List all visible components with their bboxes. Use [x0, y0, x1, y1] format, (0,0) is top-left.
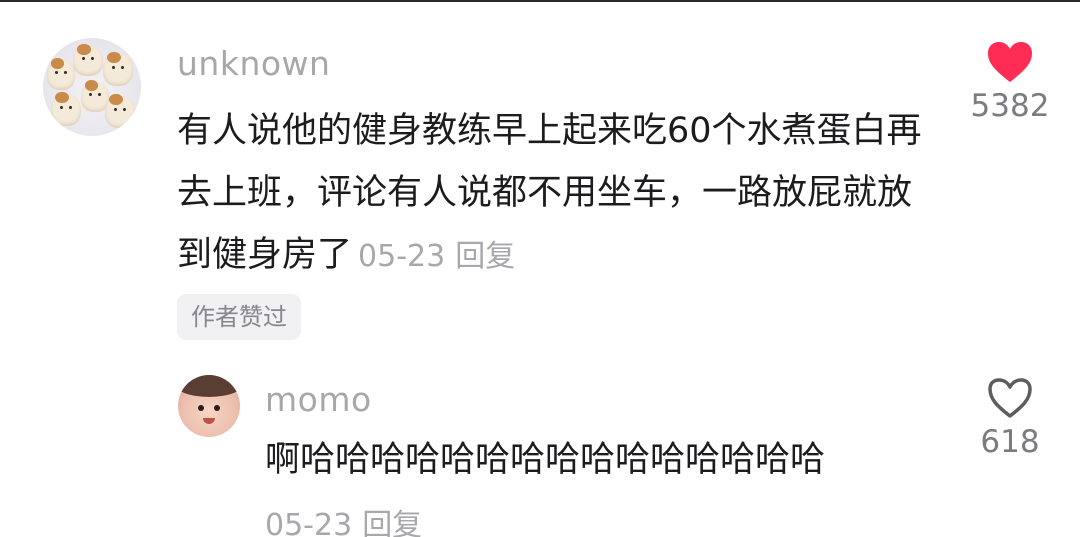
comment-body: 有人说他的健身教练早上起来吃60个水煮蛋白再去上班，评论有人说都不用坐车，一路放…: [177, 111, 922, 275]
reply-username[interactable]: momo: [265, 380, 372, 419]
divider: [0, 0, 1080, 2]
avatar-mouth: [203, 418, 215, 424]
reply-date: 05-23: [265, 508, 353, 537]
username[interactable]: unknown: [177, 44, 330, 83]
reply-meta: 05-23 回复: [265, 500, 422, 537]
comment-date: 05-23: [358, 239, 446, 274]
author-liked-badge: 作者赞过: [177, 294, 301, 340]
reply-text: 啊哈哈哈哈哈哈哈哈哈哈哈哈哈哈哈: [265, 440, 826, 480]
reply-button[interactable]: 回复: [455, 239, 515, 274]
like-count: 5382: [970, 88, 1050, 124]
like-button[interactable]: 618: [955, 376, 1065, 460]
hamster-avatar-icon: [105, 94, 135, 128]
avatar-eye: [214, 405, 220, 411]
hamster-avatar-icon: [47, 58, 75, 90]
avatar[interactable]: [43, 38, 141, 136]
girl-avatar-icon: [178, 375, 240, 397]
comment-text: 有人说他的健身教练早上起来吃60个水煮蛋白再去上班，评论有人说都不用坐车，一路放…: [177, 100, 937, 288]
like-count: 618: [980, 424, 1040, 460]
reply-button[interactable]: 回复: [362, 508, 422, 537]
heart-filled-icon: [988, 42, 1032, 82]
hamster-avatar-icon: [103, 52, 133, 86]
avatar[interactable]: [178, 375, 240, 437]
hamster-avatar-icon: [73, 44, 103, 76]
heart-outline-icon: [988, 378, 1032, 418]
like-button[interactable]: 5382: [955, 40, 1065, 124]
hamster-avatar-icon: [51, 92, 81, 126]
comment-meta: 05-23 回复: [352, 239, 515, 274]
avatar-eye: [198, 405, 204, 411]
comment-thread: unknown 有人说他的健身教练早上起来吃60个水煮蛋白再去上班，评论有人说都…: [0, 0, 1080, 537]
